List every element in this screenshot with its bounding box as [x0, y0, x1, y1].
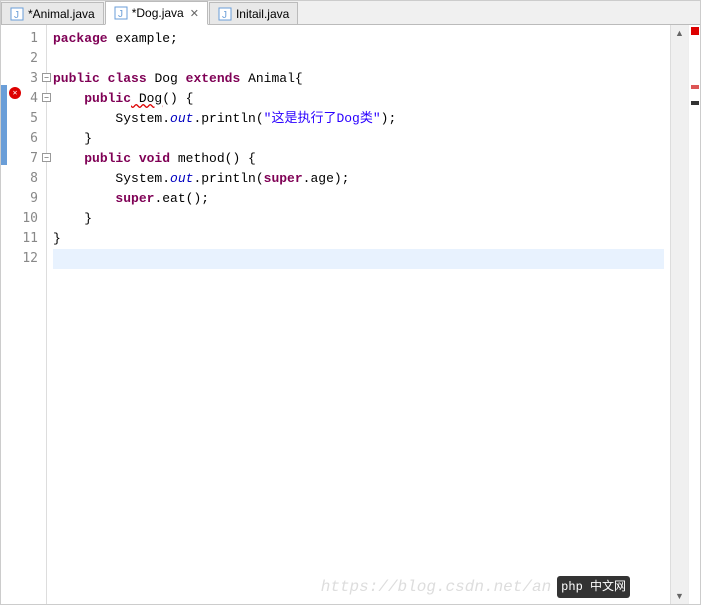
tab-label: *Animal.java [28, 7, 95, 21]
svg-text:J: J [118, 9, 123, 20]
watermark: https://blog.csdn.net/an php 中文网 [321, 576, 630, 598]
tab-initail[interactable]: J Initail.java [209, 2, 298, 24]
line-number: 5 [7, 109, 46, 129]
java-file-icon: J [114, 6, 128, 20]
code-line: public void method() { [53, 149, 664, 169]
vertical-scrollbar[interactable]: ▲ ▼ [670, 25, 688, 604]
code-line: } [53, 209, 664, 229]
error-marker[interactable] [691, 85, 699, 89]
line-number: 9 [7, 189, 46, 209]
close-tab-icon[interactable]: ✕ [190, 7, 199, 20]
editor-area: ✕ 1 2 3− 4− 5 6 7− 8 9 10 11 12 package … [1, 25, 700, 604]
line-number: 3− [7, 69, 46, 89]
code-line [53, 49, 664, 69]
code-line: } [53, 129, 664, 149]
line-number: 8 [7, 169, 46, 189]
error-summary-marker[interactable] [691, 27, 699, 35]
tab-dog[interactable]: J *Dog.java ✕ [105, 1, 208, 25]
code-line: } [53, 229, 664, 249]
code-editor[interactable]: package example; public class Dog extend… [47, 25, 670, 604]
scroll-up-icon[interactable]: ▲ [671, 25, 688, 41]
overview-ruler[interactable] [688, 25, 700, 604]
line-number: 10 [7, 209, 46, 229]
svg-text:J: J [14, 10, 19, 21]
occurrence-marker[interactable] [691, 101, 699, 105]
tab-label: Initail.java [236, 7, 289, 21]
line-number: 11 [7, 229, 46, 249]
code-line: System.out.println(super.age); [53, 169, 664, 189]
tab-bar: J *Animal.java J *Dog.java ✕ J Initail.j… [1, 1, 700, 25]
code-line: System.out.println("这是执行了Dog类"); [53, 109, 664, 129]
line-number: 12 [7, 249, 46, 269]
line-number: 4− [7, 89, 46, 109]
code-line: public class Dog extends Animal{ [53, 69, 664, 89]
svg-text:J: J [222, 10, 227, 21]
line-number: 1 [7, 29, 46, 49]
line-number: 2 [7, 49, 46, 69]
scroll-down-icon[interactable]: ▼ [671, 588, 688, 604]
php-logo: php 中文网 [557, 576, 630, 598]
tab-animal[interactable]: J *Animal.java [1, 2, 104, 24]
tab-label: *Dog.java [132, 6, 184, 20]
code-line: public Dog() { [53, 89, 664, 109]
code-line: package example; [53, 29, 664, 49]
code-line: super.eat(); [53, 189, 664, 209]
code-line-current [53, 249, 664, 269]
line-number: 6 [7, 129, 46, 149]
line-gutter: ✕ 1 2 3− 4− 5 6 7− 8 9 10 11 12 [7, 25, 47, 604]
java-file-icon: J [10, 7, 24, 21]
java-file-icon: J [218, 7, 232, 21]
line-number: 7− [7, 149, 46, 169]
